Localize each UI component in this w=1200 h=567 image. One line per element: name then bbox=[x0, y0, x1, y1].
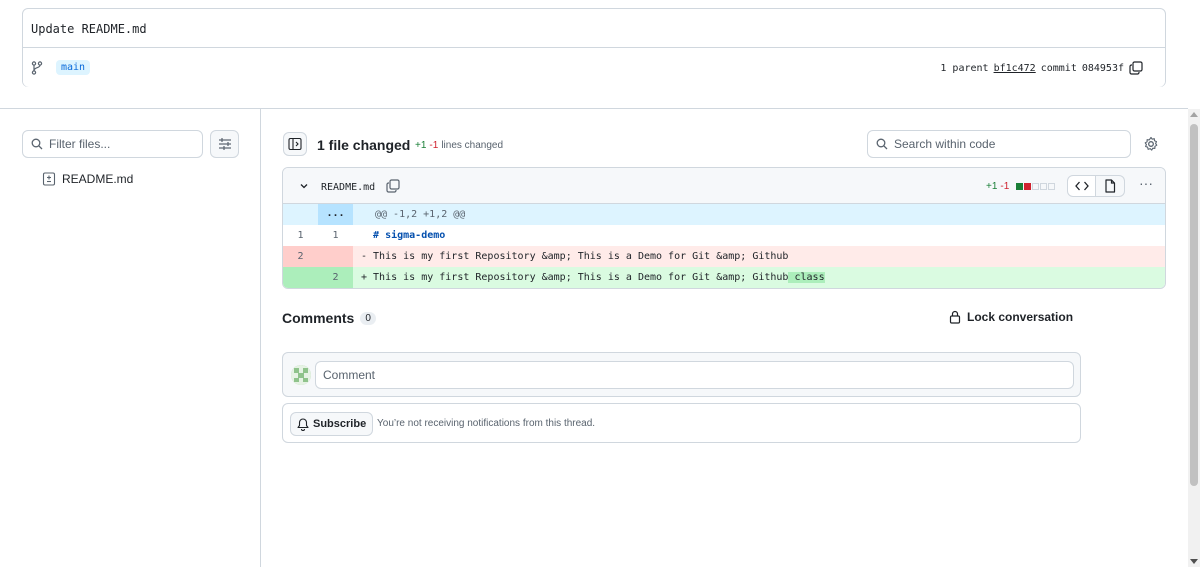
scroll-down-arrow[interactable] bbox=[1190, 559, 1198, 564]
comments-count-badge: 0 bbox=[360, 311, 376, 325]
commit-header: Update README.md main 1 parent bf1c472 c… bbox=[22, 8, 1166, 87]
file-diff-icon bbox=[42, 172, 56, 186]
subscribe-status-text: You’re not receiving notifications from … bbox=[377, 418, 596, 429]
line-code: + This is my first Repository &amp; This… bbox=[353, 267, 1165, 288]
lines-changed-summary: +1 -1 lines changed bbox=[415, 140, 503, 151]
diff-additions: +1 bbox=[986, 181, 998, 192]
scroll-up-arrow[interactable] bbox=[1190, 112, 1198, 117]
diff-file: README.md +1 -1 ··· ... @@ -1,2 +1,2 @@ … bbox=[282, 167, 1166, 289]
search-icon bbox=[876, 138, 888, 150]
comments-title: Comments bbox=[282, 310, 355, 326]
old-line-number[interactable]: 1 bbox=[283, 225, 318, 246]
subscribe-label: Subscribe bbox=[313, 418, 367, 430]
notifications-box: Subscribe You’re not receiving notificat… bbox=[282, 403, 1081, 443]
line-code-text: + This is my first Repository &amp; This… bbox=[361, 272, 789, 283]
hunk-header: @@ -1,2 +1,2 @@ bbox=[375, 209, 466, 220]
diff-deletions: -1 bbox=[1000, 181, 1010, 192]
header-divider bbox=[0, 108, 1188, 109]
parent-label: 1 parent bbox=[940, 62, 989, 74]
file-tree-item[interactable]: README.md bbox=[42, 172, 133, 186]
lines-changed-label: lines changed bbox=[441, 140, 504, 151]
subscribe-button[interactable]: Subscribe bbox=[290, 412, 374, 436]
search-icon bbox=[31, 138, 43, 150]
search-code-input[interactable]: Search within code bbox=[867, 130, 1131, 158]
expand-context-button[interactable]: ... bbox=[318, 204, 353, 225]
search-placeholder: Search within code bbox=[894, 137, 996, 151]
chevron-down-icon[interactable] bbox=[299, 181, 309, 191]
old-line-number[interactable]: 2 bbox=[283, 246, 318, 267]
code-icon bbox=[1074, 181, 1089, 191]
file-tree-label: README.md bbox=[62, 172, 134, 186]
branch-badge[interactable]: main bbox=[56, 60, 91, 75]
lock-icon bbox=[949, 310, 961, 324]
sidebar-divider bbox=[260, 109, 261, 567]
file-icon bbox=[1105, 179, 1116, 193]
diff-stats: +1 -1 bbox=[986, 181, 1056, 192]
commit-label: commit bbox=[1040, 62, 1077, 74]
commit-title: Update README.md bbox=[31, 22, 147, 36]
new-line-number bbox=[318, 246, 353, 267]
new-line-number[interactable]: 2 bbox=[318, 267, 353, 288]
diff-line-deletion: 2 - This is my first Repository &amp; Th… bbox=[283, 246, 1165, 267]
copy-icon[interactable] bbox=[386, 179, 400, 193]
commit-sha: 084953f bbox=[1081, 62, 1124, 74]
deletions-count: -1 bbox=[429, 140, 439, 151]
diff-view-toggle bbox=[1067, 175, 1125, 197]
git-branch-icon bbox=[31, 61, 43, 75]
additions-count: +1 bbox=[415, 140, 427, 151]
page-scrollbar[interactable] bbox=[1188, 109, 1200, 567]
filter-options-button[interactable] bbox=[210, 130, 239, 158]
diff-filename[interactable]: README.md bbox=[321, 182, 375, 193]
lock-conversation-label: Lock conversation bbox=[967, 310, 1074, 324]
bell-icon bbox=[297, 417, 309, 431]
diff-line-context: 1 1 # sigma-demo bbox=[283, 225, 1165, 246]
files-changed-count: 1 file changed bbox=[317, 137, 411, 153]
comment-composer: Comment bbox=[282, 352, 1081, 397]
hunk-header-row: ... @@ -1,2 +1,2 @@ bbox=[283, 204, 1165, 225]
comments-heading: Comments 0 bbox=[282, 310, 376, 326]
commit-meta: main 1 parent bf1c472 commit 084953f bbox=[23, 47, 1165, 87]
filter-placeholder: Filter files... bbox=[49, 137, 111, 151]
diff-line-addition: 2 + This is my first Repository &amp; Th… bbox=[283, 267, 1165, 288]
parent-sha-link[interactable]: bf1c472 bbox=[994, 63, 1036, 74]
diff-table: ... @@ -1,2 +1,2 @@ 1 1 # sigma-demo 2 -… bbox=[283, 204, 1165, 288]
word-diff-highlight: class bbox=[788, 272, 825, 283]
copy-icon[interactable] bbox=[1129, 61, 1143, 75]
more-options-button[interactable]: ··· bbox=[1136, 176, 1156, 194]
avatar bbox=[291, 365, 311, 385]
lock-conversation-button[interactable]: Lock conversation bbox=[949, 310, 1073, 324]
commit-shas: 1 parent bf1c472 commit 084953f bbox=[940, 61, 1143, 75]
old-line-number bbox=[283, 267, 318, 288]
diffstat-blocks bbox=[1016, 183, 1056, 190]
source-view-button[interactable] bbox=[1067, 175, 1096, 197]
new-line-number[interactable]: 1 bbox=[318, 225, 353, 246]
gear-icon[interactable] bbox=[1143, 136, 1159, 152]
sidebar-expand-icon bbox=[288, 137, 302, 151]
comment-input[interactable]: Comment bbox=[315, 361, 1074, 389]
scroll-thumb[interactable] bbox=[1190, 124, 1198, 486]
line-code: - This is my first Repository &amp; This… bbox=[361, 251, 789, 262]
line-code: # sigma-demo bbox=[361, 230, 446, 241]
filter-files-input[interactable]: Filter files... bbox=[22, 130, 203, 158]
diff-file-header: README.md +1 -1 ··· bbox=[283, 168, 1165, 204]
sliders-icon bbox=[218, 138, 231, 150]
rich-view-button[interactable] bbox=[1096, 175, 1125, 197]
toggle-file-tree-button[interactable] bbox=[283, 132, 307, 156]
